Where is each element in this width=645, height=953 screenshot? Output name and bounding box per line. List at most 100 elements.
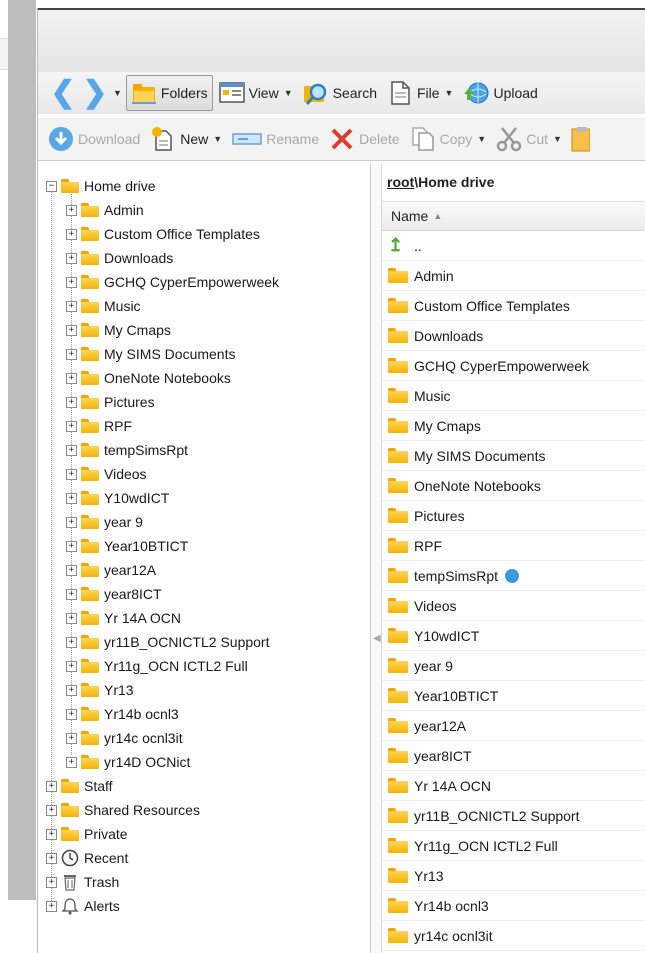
expand-toggle[interactable]: + — [66, 708, 77, 720]
upload-button[interactable]: Upload — [459, 76, 541, 110]
tree-node[interactable]: + yr14c ocnl3it — [66, 727, 183, 749]
expand-toggle[interactable]: + — [46, 804, 57, 816]
tree-node[interactable]: + Custom Office Templates — [66, 223, 260, 245]
tree-node[interactable]: + tempSimsRpt — [66, 439, 188, 461]
file-row[interactable]: Custom Office Templates — [382, 291, 645, 321]
expand-toggle[interactable]: + — [66, 492, 77, 504]
new-button[interactable]: New ▼ — [146, 122, 226, 156]
file-button[interactable]: File ▼ — [383, 76, 457, 110]
expand-toggle[interactable]: + — [66, 420, 77, 432]
breadcrumb-root-link[interactable]: root — [387, 174, 414, 190]
expand-toggle[interactable]: + — [46, 876, 57, 888]
expand-toggle[interactable]: + — [66, 588, 77, 600]
file-row[interactable]: tempSimsRpt — [382, 561, 645, 591]
expand-toggle[interactable]: + — [66, 564, 77, 576]
tree-root-node[interactable]: + Recent — [46, 847, 128, 869]
tree-root-node[interactable]: + Trash — [46, 871, 119, 893]
file-row[interactable]: year8ICT — [382, 741, 645, 771]
folders-button[interactable]: Folders — [125, 75, 213, 111]
tree-node[interactable]: + GCHQ CyperEmpowerweek — [66, 271, 279, 293]
tree-root-node[interactable]: + Private — [46, 823, 128, 845]
collapse-toggle[interactable]: − — [46, 180, 57, 192]
tree-node[interactable]: + My SIMS Documents — [66, 343, 235, 365]
tree-node-home-drive[interactable]: − Home drive — [46, 175, 156, 197]
expand-toggle[interactable]: + — [46, 900, 57, 912]
expand-toggle[interactable]: + — [66, 204, 77, 216]
tree-node[interactable]: + Music — [66, 295, 141, 317]
file-row[interactable]: Y10wdICT — [382, 621, 645, 651]
expand-toggle[interactable]: + — [46, 780, 57, 792]
file-row[interactable]: Yr11g_OCN ICTL2 Full — [382, 831, 645, 861]
file-row[interactable]: year12A — [382, 711, 645, 741]
file-row[interactable]: My Cmaps — [382, 411, 645, 441]
file-row[interactable]: Yr14b ocnl3 — [382, 891, 645, 921]
back-button[interactable]: ❮ — [48, 76, 78, 110]
name-column-header[interactable]: Name ▲ — [382, 202, 645, 231]
tree-node[interactable]: + year 9 — [66, 511, 143, 533]
expand-toggle[interactable]: + — [66, 276, 77, 288]
file-row[interactable]: GCHQ CyperEmpowerweek — [382, 351, 645, 381]
collapse-arrow-icon[interactable]: ◀ — [373, 633, 381, 644]
file-row[interactable]: Pictures — [382, 501, 645, 531]
file-row[interactable]: Year10BTICT — [382, 681, 645, 711]
tree-node[interactable]: + Yr13 — [66, 679, 134, 701]
tree-node[interactable]: + Admin — [66, 199, 144, 221]
paste-button[interactable] — [568, 122, 596, 156]
tree-node[interactable]: + OneNote Notebooks — [66, 367, 231, 389]
file-row[interactable]: Yr 14A OCN — [382, 771, 645, 801]
download-button[interactable]: Download — [44, 122, 144, 156]
expand-toggle[interactable]: + — [46, 852, 57, 864]
cut-button[interactable]: Cut ▼ — [492, 122, 566, 156]
search-button[interactable]: Search — [299, 76, 381, 110]
tree-node[interactable]: + year12A — [66, 559, 156, 581]
expand-toggle[interactable]: + — [66, 444, 77, 456]
copy-button[interactable]: Copy ▼ — [406, 122, 491, 156]
file-row[interactable]: My SIMS Documents — [382, 441, 645, 471]
view-button[interactable]: View ▼ — [215, 76, 297, 110]
expand-toggle[interactable]: + — [66, 396, 77, 408]
expand-toggle[interactable]: + — [66, 684, 77, 696]
expand-toggle[interactable]: + — [66, 660, 77, 672]
expand-toggle[interactable]: + — [66, 324, 77, 336]
file-row[interactable]: yr14c ocnl3it — [382, 921, 645, 951]
tree-node[interactable]: + Downloads — [66, 247, 173, 269]
file-row[interactable]: Admin — [382, 261, 645, 291]
tree-node[interactable]: + Yr14b ocnl3 — [66, 703, 179, 725]
tree-node[interactable]: + Yr11g_OCN ICTL2 Full — [66, 655, 248, 677]
forward-button[interactable]: ❯ ▼ — [80, 76, 124, 110]
file-row[interactable]: Music — [382, 381, 645, 411]
file-row[interactable]: Downloads — [382, 321, 645, 351]
tree-node[interactable]: + Y10wdICT — [66, 487, 169, 509]
expand-toggle[interactable]: + — [66, 636, 77, 648]
tree-root-node[interactable]: + Staff — [46, 775, 113, 797]
expand-toggle[interactable]: + — [66, 228, 77, 240]
panel-splitter[interactable]: ◀ — [371, 163, 382, 953]
expand-toggle[interactable]: + — [66, 612, 77, 624]
delete-button[interactable]: Delete — [325, 122, 403, 156]
tree-node[interactable]: + RPF — [66, 415, 132, 437]
tree-node[interactable]: + year8ICT — [66, 583, 162, 605]
expand-toggle[interactable]: + — [66, 348, 77, 360]
expand-toggle[interactable]: + — [66, 468, 77, 480]
tree-node[interactable]: + Pictures — [66, 391, 155, 413]
expand-toggle[interactable]: + — [66, 372, 77, 384]
expand-toggle[interactable]: + — [66, 516, 77, 528]
tree-node[interactable]: + Yr 14A OCN — [66, 607, 181, 629]
expand-toggle[interactable]: + — [66, 540, 77, 552]
file-row[interactable]: OneNote Notebooks — [382, 471, 645, 501]
tree-node[interactable]: + Videos — [66, 463, 147, 485]
parent-folder-row[interactable]: ↥ .. — [382, 231, 645, 261]
tree-node[interactable]: + Year10BTICT — [66, 535, 188, 557]
file-row[interactable]: RPF — [382, 531, 645, 561]
tree-root-node[interactable]: + Shared Resources — [46, 799, 200, 821]
file-row[interactable]: year 9 — [382, 651, 645, 681]
tree-root-node[interactable]: + Alerts — [46, 895, 120, 917]
file-row[interactable]: Videos — [382, 591, 645, 621]
expand-toggle[interactable]: + — [66, 756, 77, 768]
file-row[interactable]: Yr13 — [382, 861, 645, 891]
tree-node[interactable]: + yr14D OCNict — [66, 751, 190, 773]
expand-toggle[interactable]: + — [46, 828, 57, 840]
expand-toggle[interactable]: + — [66, 300, 77, 312]
expand-toggle[interactable]: + — [66, 732, 77, 744]
file-row[interactable]: yr11B_OCNICTL2 Support — [382, 801, 645, 831]
